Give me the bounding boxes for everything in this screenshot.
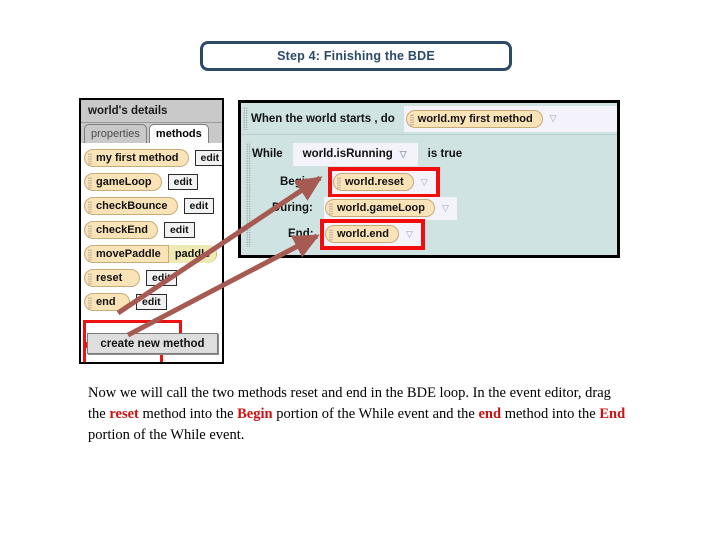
caption-highlight-begin: Begin [237,406,273,422]
begin-label: Begin: [280,176,316,188]
edit-button[interactable]: edit [167,174,199,190]
is-true-label: is true [427,148,463,160]
begin-slot[interactable]: world.reset ▽ [328,166,440,198]
edit-button[interactable]: edit [136,294,167,310]
while-condition-row: While world.isRunning ▽ is true [252,139,614,169]
caption-highlight-end-portion: End [599,406,626,422]
while-label: While [252,148,283,160]
method-tile-reset[interactable]: reset [84,269,140,287]
during-row: During: world.gameLoop ▽ [252,195,614,221]
event-editor-panel: When the world starts , do world.my firs… [238,100,620,258]
method-tile-my-first-method[interactable]: my first method [84,149,189,167]
end-label: End: [288,228,314,240]
caption-part-5: portion of the While event. [88,427,245,443]
method-name: end [96,296,116,308]
method-row: movePaddle paddle [81,242,222,266]
worlds-details-panel: world's details properties methods my fi… [79,98,224,364]
method-tile-world-gameloop[interactable]: world.gameLoop [325,199,435,217]
page-title: Step 4: Finishing the BDE [277,49,435,63]
during-label: During: [272,202,313,214]
highlight-box-begin-slot [328,166,440,198]
method-tile-checkbounce[interactable]: checkBounce [84,197,178,215]
caption-part-3: portion of the While event and the [272,406,479,422]
event-world-starts-row: When the world starts , do world.my firs… [241,103,617,135]
tab-methods[interactable]: methods [148,124,209,143]
caption-part-2: method into the [138,406,238,422]
method-name: reset [96,272,123,284]
method-row: gameLoop edit [81,170,222,194]
method-tile-world-my-first-method[interactable]: world.my first method [405,109,543,128]
chevron-down-icon[interactable]: ▽ [400,149,407,159]
caption-part-4: method into the [501,406,600,422]
while-condition-slot[interactable]: world.isRunning ▽ [292,142,418,166]
method-row: reset edit [81,266,222,290]
during-slot[interactable]: world.gameLoop ▽ [324,196,457,220]
method-tile-gameloop[interactable]: gameLoop [84,173,162,191]
method-name: checkBounce [96,200,168,212]
method-name: world.gameLoop [337,202,425,214]
method-name: my first method [96,152,179,164]
method-row: checkEnd edit [81,218,222,242]
edit-button[interactable]: edit [163,222,195,238]
while-event-block: While world.isRunning ▽ is true Begin: w… [244,139,614,251]
highlight-box-end-slot [320,218,425,250]
chevron-down-icon[interactable]: ▽ [550,114,557,123]
method-tile-movepaddle[interactable]: movePaddle paddle [84,245,218,263]
method-parameter: paddle [167,245,217,263]
method-row: checkBounce edit [81,194,222,218]
event-world-starts-label: When the world starts , do [251,112,395,125]
while-condition-value: world.isRunning [302,148,393,160]
method-name: world.my first method [417,112,533,125]
edit-button[interactable]: edit [183,198,215,214]
method-row: end edit [81,290,222,314]
methods-list: my first method edit gameLoop edit check… [81,143,222,362]
edit-button[interactable]: edit [194,150,222,166]
end-row: End: world.end ▽ [252,218,614,250]
details-panel-title: world's details [88,105,168,117]
tab-properties[interactable]: properties [84,124,147,143]
details-panel-header: world's details [81,100,222,123]
begin-row: Begin: world.reset ▽ [252,166,614,198]
method-name: movePaddle [96,248,161,260]
create-new-method-button[interactable]: create new method [87,333,218,354]
caption-highlight-reset: reset [109,406,139,422]
event-world-starts-slot[interactable]: world.my first method ▽ [403,105,617,132]
method-tile-checkend[interactable]: checkEnd [84,221,158,239]
end-slot[interactable]: world.end ▽ [320,218,425,250]
method-row: my first method edit [81,146,222,170]
method-name: checkEnd [96,224,148,236]
details-tab-bar: properties methods [81,123,222,143]
slide-title-banner: Step 4: Finishing the BDE [200,41,512,71]
chevron-down-icon[interactable]: ▽ [442,203,449,213]
slide-canvas: Step 4: Finishing the BDE world's detail… [0,0,720,540]
method-tile-end[interactable]: end [84,293,130,311]
caption-text: Now we will call the two methods reset a… [88,383,628,446]
method-name: gameLoop [96,176,152,188]
caption-highlight-end: end [478,406,502,422]
edit-button[interactable]: edit [146,270,177,286]
